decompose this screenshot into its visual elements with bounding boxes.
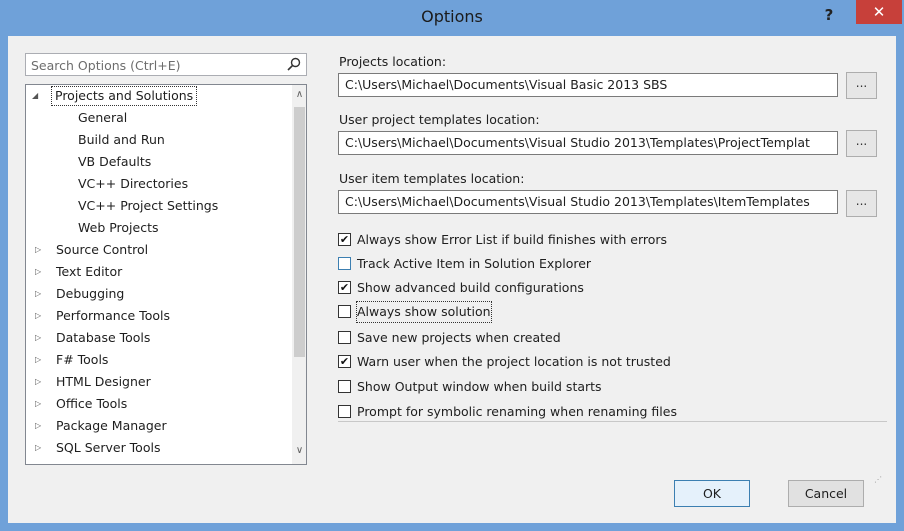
tree-item-vb-defaults[interactable]: VB Defaults: [78, 152, 151, 172]
window-title: Options: [421, 7, 483, 26]
checkbox-checked[interactable]: ✔: [338, 281, 351, 294]
tree-item-package-manager[interactable]: Package Manager: [56, 416, 167, 436]
browse-projects-button[interactable]: ...: [846, 72, 877, 99]
tree-item-general[interactable]: General: [78, 108, 127, 128]
options-dialog: Options ? ✕ Search Options (Ctrl+E) ◢ Pr…: [0, 0, 904, 531]
browse-project-templates-button[interactable]: ...: [846, 130, 877, 157]
tree-item-performance-tools[interactable]: Performance Tools: [56, 306, 170, 326]
close-button[interactable]: ✕: [856, 0, 902, 24]
expand-icon[interactable]: ▷: [35, 377, 41, 386]
checkbox-unchecked[interactable]: [338, 305, 351, 318]
browse-item-templates-button[interactable]: ...: [846, 190, 877, 217]
scroll-down-icon[interactable]: ∨: [292, 445, 306, 456]
search-icon[interactable]: [286, 56, 302, 72]
tree-item-office-tools[interactable]: Office Tools: [56, 394, 127, 414]
tree-item-text-editor[interactable]: Text Editor: [56, 262, 122, 282]
checkbox-unchecked[interactable]: [338, 405, 351, 418]
project-templates-field[interactable]: C:\Users\Michael\Documents\Visual Studio…: [338, 131, 838, 155]
collapse-icon[interactable]: ◢: [32, 91, 38, 100]
projects-location-label: Projects location:: [339, 54, 447, 69]
expand-icon[interactable]: ▷: [35, 267, 41, 276]
tree-item-sql-server-tools[interactable]: SQL Server Tools: [56, 438, 160, 458]
tree-item-source-control[interactable]: Source Control: [56, 240, 148, 260]
expand-icon[interactable]: ▷: [35, 311, 41, 320]
tree-item-database-tools[interactable]: Database Tools: [56, 328, 150, 348]
tree-item-web-projects[interactable]: Web Projects: [78, 218, 159, 238]
tree-item-vc-directories[interactable]: VC++ Directories: [78, 174, 188, 194]
search-input[interactable]: Search Options (Ctrl+E): [25, 53, 307, 76]
footer-separator: [338, 421, 887, 422]
checkbox-unchecked[interactable]: [338, 257, 351, 270]
dialog-body: Search Options (Ctrl+E) ◢ Projects and S…: [8, 36, 896, 523]
checkbox-checked[interactable]: ✔: [338, 233, 351, 246]
projects-location-field[interactable]: C:\Users\Michael\Documents\Visual Basic …: [338, 73, 838, 97]
expand-icon[interactable]: ▷: [35, 355, 41, 364]
expand-icon[interactable]: ▷: [35, 399, 41, 408]
tree-item-debugging[interactable]: Debugging: [56, 284, 124, 304]
options-tree[interactable]: ◢ Projects and Solutions General Build a…: [25, 84, 307, 465]
checkbox-unchecked[interactable]: [338, 380, 351, 393]
expand-icon[interactable]: ▷: [35, 443, 41, 452]
expand-icon[interactable]: ▷: [35, 333, 41, 342]
checkbox-unchecked[interactable]: [338, 331, 351, 344]
title-bar[interactable]: Options ? ✕: [0, 0, 904, 36]
expand-icon[interactable]: ▷: [35, 289, 41, 298]
checkbox-checked[interactable]: ✔: [338, 355, 351, 368]
item-templates-field[interactable]: C:\Users\Michael\Documents\Visual Studio…: [338, 190, 838, 214]
scroll-up-icon[interactable]: ∧: [292, 89, 306, 100]
project-templates-label: User project templates location:: [339, 112, 540, 127]
scrollbar-thumb[interactable]: [294, 107, 305, 357]
expand-icon[interactable]: ▷: [35, 245, 41, 254]
search-placeholder: Search Options (Ctrl+E): [31, 58, 181, 73]
expand-icon[interactable]: ▷: [35, 421, 41, 430]
tree-item-projects-and-solutions[interactable]: Projects and Solutions: [51, 86, 198, 106]
resize-grip-icon[interactable]: ⋰: [874, 475, 882, 484]
cancel-button[interactable]: Cancel: [788, 480, 864, 507]
close-icon: ✕: [872, 3, 886, 21]
tree-item-build-and-run[interactable]: Build and Run: [78, 130, 165, 150]
tree-scrollbar[interactable]: ∧ ∨: [292, 85, 306, 464]
tree-item-html-designer[interactable]: HTML Designer: [56, 372, 151, 392]
help-button[interactable]: ?: [816, 4, 842, 28]
tree-item-vc-project-settings[interactable]: VC++ Project Settings: [78, 196, 218, 216]
tree-item-fsharp-tools[interactable]: F# Tools: [56, 350, 108, 370]
item-templates-label: User item templates location:: [339, 171, 525, 186]
ok-button[interactable]: OK: [674, 480, 750, 507]
